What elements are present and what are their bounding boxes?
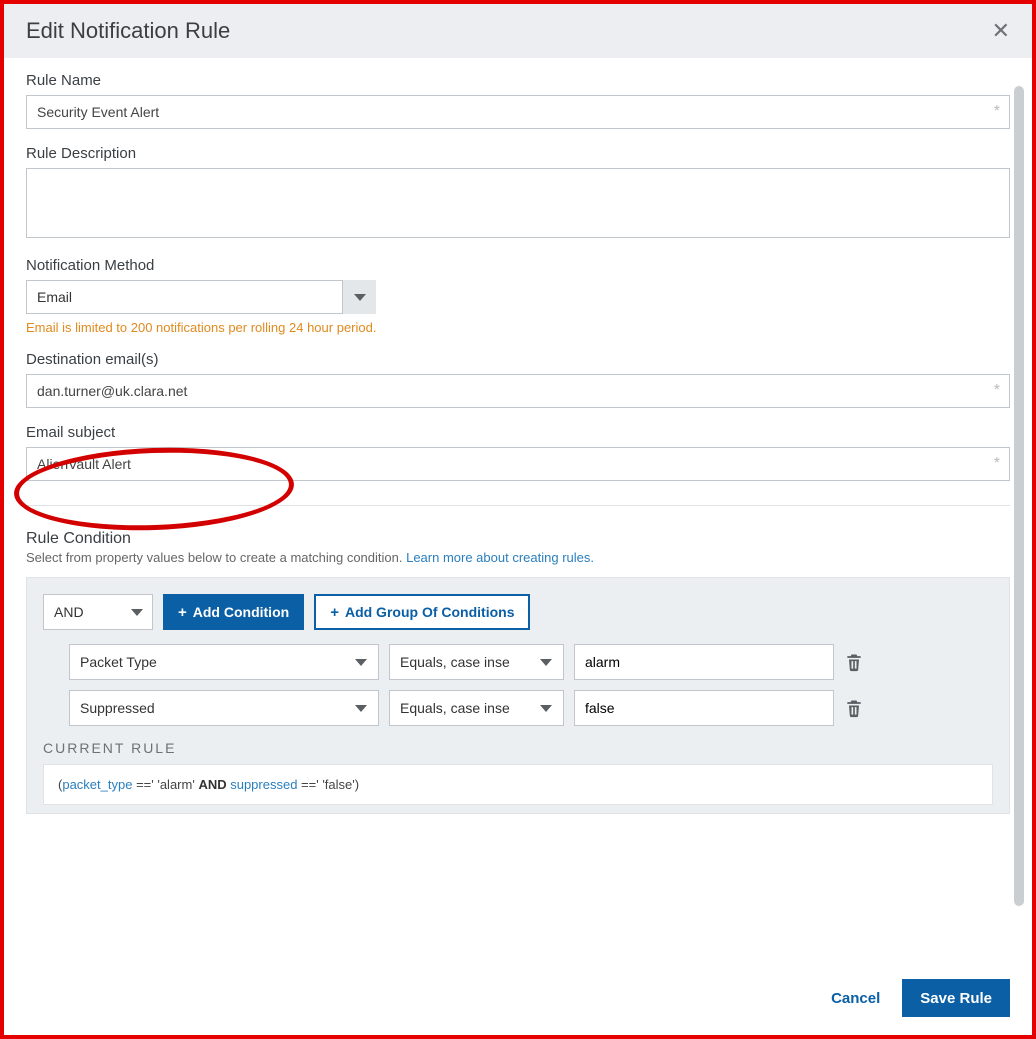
rule-name-input[interactable] — [26, 95, 1010, 129]
current-rule-heading: CURRENT RULE — [43, 740, 993, 756]
condition-value-input[interactable] — [575, 645, 833, 679]
logic-operator-select[interactable]: AND — [43, 594, 153, 630]
rule-description-label: Rule Description — [26, 145, 1010, 162]
condition-property-value: Suppressed — [70, 691, 378, 725]
condition-row: Suppressed Equals, case inse — [69, 690, 993, 726]
notification-method-field: Notification Method Email Email is limit… — [26, 257, 1010, 335]
notification-method-value: Email — [26, 280, 376, 314]
email-subject-label: Email subject — [26, 424, 1010, 441]
dialog-header: Edit Notification Rule ✕ — [4, 4, 1032, 58]
cr-key1: packet_type — [62, 777, 132, 792]
rule-name-field: Rule Name — [26, 72, 1010, 129]
chevron-down-icon[interactable] — [529, 691, 563, 725]
notification-method-select[interactable]: Email — [26, 280, 376, 314]
condition-toolbar: AND + Add Condition + Add Group Of Condi… — [43, 594, 993, 630]
email-subject-input[interactable] — [26, 447, 1010, 481]
destination-emails-field: Destination email(s) — [26, 351, 1010, 408]
condition-property-value: Packet Type — [70, 645, 378, 679]
add-group-button[interactable]: + Add Group Of Conditions — [314, 594, 530, 630]
email-subject-field: Email subject — [26, 424, 1010, 481]
notification-method-warning: Email is limited to 200 notifications pe… — [26, 320, 1010, 335]
notification-method-label: Notification Method — [26, 257, 1010, 274]
chevron-down-icon[interactable] — [529, 645, 563, 679]
current-rule-box: (packet_type ==' 'alarm' AND suppressed … — [43, 764, 993, 805]
condition-property-select[interactable]: Packet Type — [69, 644, 379, 680]
divider — [26, 505, 1010, 506]
rule-description-input[interactable] — [26, 168, 1010, 238]
add-group-label: Add Group Of Conditions — [345, 604, 515, 620]
cr-eq1: ==' 'alarm' — [132, 777, 198, 792]
add-condition-button[interactable]: + Add Condition — [163, 594, 304, 630]
condition-property-select[interactable]: Suppressed — [69, 690, 379, 726]
rule-condition-subtext: Select from property values below to cre… — [26, 550, 1010, 565]
condition-value-input[interactable] — [575, 691, 833, 725]
trash-icon[interactable] — [844, 697, 864, 719]
trash-icon[interactable] — [844, 651, 864, 673]
rule-name-label: Rule Name — [26, 72, 1010, 89]
condition-value-input-wrap — [574, 690, 834, 726]
chevron-down-icon[interactable] — [344, 645, 378, 679]
rule-condition-panel: AND + Add Condition + Add Group Of Condi… — [26, 577, 1010, 814]
cr-and: AND — [198, 777, 226, 792]
condition-value-input-wrap — [574, 644, 834, 680]
dialog-footer: Cancel Save Rule — [4, 961, 1032, 1035]
dialog-body: Rule Name Rule Description Notification … — [4, 58, 1032, 961]
plus-icon: + — [178, 604, 187, 621]
save-rule-button[interactable]: Save Rule — [902, 979, 1010, 1017]
learn-more-link[interactable]: Learn more about creating rules. — [406, 550, 594, 565]
add-condition-label: Add Condition — [193, 604, 289, 620]
condition-operator-select[interactable]: Equals, case inse — [389, 690, 564, 726]
edit-notification-rule-dialog: Edit Notification Rule ✕ Rule Name Rule … — [4, 4, 1032, 1035]
cr-key2: suppressed — [227, 777, 298, 792]
cr-eq2: ==' 'false') — [297, 777, 359, 792]
destination-emails-label: Destination email(s) — [26, 351, 1010, 368]
chevron-down-icon[interactable] — [122, 595, 152, 629]
rule-condition-heading: Rule Condition — [26, 530, 1010, 548]
destination-emails-input[interactable] — [26, 374, 1010, 408]
dialog-title: Edit Notification Rule — [26, 18, 230, 44]
condition-rows: Packet Type Equals, case inse — [43, 644, 993, 726]
condition-row: Packet Type Equals, case inse — [69, 644, 993, 680]
plus-icon: + — [330, 604, 339, 621]
rule-condition-subtext-text: Select from property values below to cre… — [26, 550, 406, 565]
close-icon[interactable]: ✕ — [992, 18, 1010, 44]
chevron-down-icon[interactable] — [342, 280, 376, 314]
condition-operator-select[interactable]: Equals, case inse — [389, 644, 564, 680]
rule-description-field: Rule Description — [26, 145, 1010, 241]
cancel-button[interactable]: Cancel — [831, 990, 880, 1007]
chevron-down-icon[interactable] — [344, 691, 378, 725]
